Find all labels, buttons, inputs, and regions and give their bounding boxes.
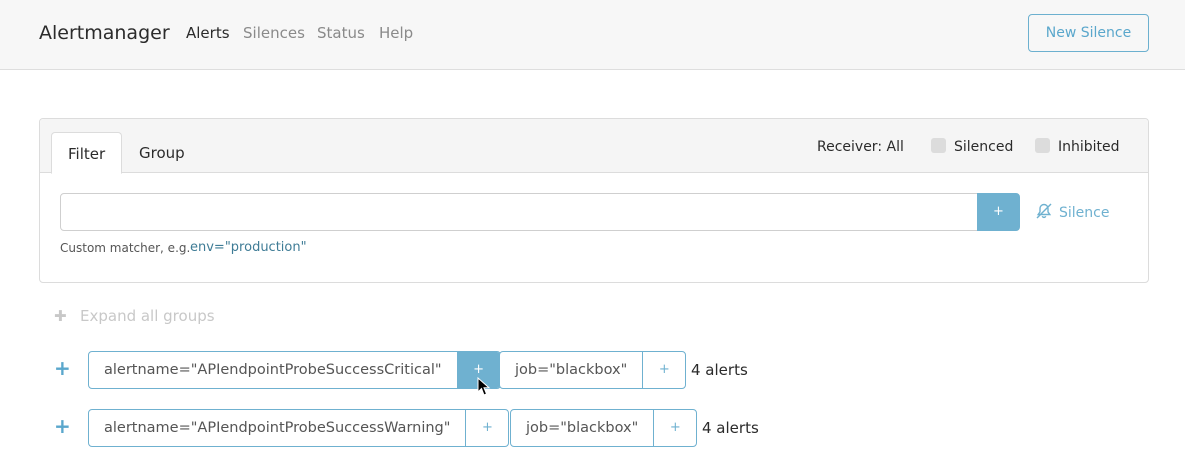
alert-count: 4 alerts [691,361,748,379]
brand-logo[interactable]: Alertmanager [39,22,170,44]
matcher-hint: Custom matcher, e.g. [60,241,191,255]
add-matcher-button[interactable]: + [977,193,1020,231]
group-matcher-pill: alertname="APIendpointProbeSuccessCritic… [88,351,501,389]
expand-all-groups[interactable]: ✚ Expand all groups [54,307,215,325]
checkbox-box[interactable] [1035,138,1050,153]
filter-card-header: Filter Group Receiver: All Silenced Inhi… [40,119,1148,174]
nav-silences[interactable]: Silences [243,24,305,42]
nav-alerts[interactable]: Alerts [186,24,230,42]
nav-help[interactable]: Help [379,24,413,42]
group-matcher-label: alertname="APIendpointProbeSuccessCritic… [89,352,458,388]
tab-filter[interactable]: Filter [51,132,123,174]
group-matcher-label: job="blackbox" [500,352,644,388]
expand-all-label: Expand all groups [80,307,215,325]
expand-group-plus-icon[interactable]: + [54,358,71,378]
inhibited-checkbox[interactable]: Inhibited [1035,138,1120,155]
tab-group[interactable]: Group [123,132,201,174]
alert-group: + alertname="APIendpointProbeSuccessCrit… [0,351,1185,391]
mouse-cursor-icon [477,377,491,396]
group-matcher-label: job="blackbox" [511,410,655,446]
nav-status[interactable]: Status [317,24,365,42]
group-matcher-pill: alertname="APIendpointProbeSuccessWarnin… [88,409,510,447]
matcher-input[interactable] [60,193,978,231]
alert-group: + alertname="APIendpointProbeSuccessWarn… [0,409,1185,449]
silence-link[interactable]: Silence [1035,202,1109,221]
alert-count: 4 alerts [702,419,759,437]
expand-group-plus-icon[interactable]: + [54,416,71,436]
group-matcher-label: alertname="APIendpointProbeSuccessWarnin… [89,410,467,446]
checkbox-box[interactable] [931,138,946,153]
top-navbar: Alertmanager Alerts Silences Status Help… [0,0,1185,70]
receiver-selector[interactable]: Receiver: All [817,139,904,155]
plus-icon: ✚ [54,307,67,325]
new-silence-button[interactable]: New Silence [1028,14,1149,52]
filter-card: Filter Group Receiver: All Silenced Inhi… [39,118,1149,283]
matcher-hint-example[interactable]: env="production" [190,240,307,255]
silenced-checkbox[interactable]: Silenced [931,138,1013,155]
silence-link-label: Silence [1059,205,1110,221]
add-filter-plus-button[interactable]: + [654,410,696,446]
add-filter-plus-button[interactable]: + [643,352,685,388]
group-matcher-pill: job="blackbox" + [510,409,698,447]
silenced-label: Silenced [954,139,1014,155]
bell-slash-icon [1036,203,1052,219]
add-filter-plus-button[interactable]: + [466,410,508,446]
inhibited-label: Inhibited [1058,139,1120,155]
group-matcher-pill: job="blackbox" + [499,351,687,389]
